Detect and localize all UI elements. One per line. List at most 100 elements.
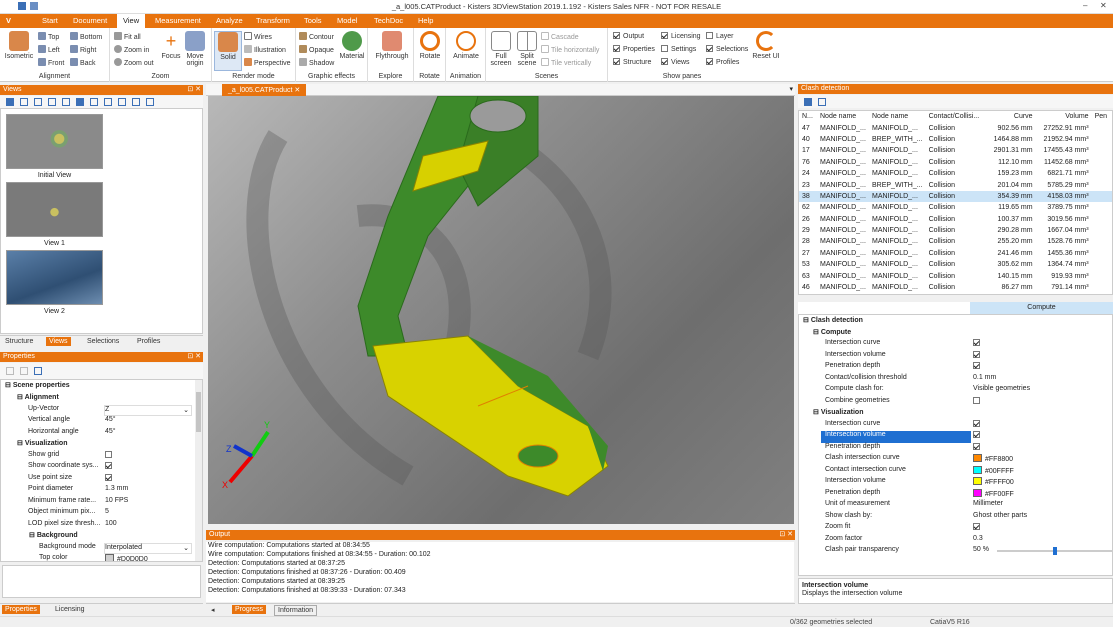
table-row[interactable]: 46 MANIFOLD_... MANIFOLD_... Collision 86.27… [799, 282, 1112, 293]
view-icon[interactable] [34, 98, 42, 106]
view-icon[interactable] [62, 98, 70, 106]
table-row[interactable]: 62 MANIFOLD_... MANIFOLD_... Collision 119.6… [799, 202, 1112, 213]
point-diameter-field[interactable]: 1.3 mm [105, 485, 128, 497]
layer-checkbox[interactable]: Layer [706, 32, 734, 40]
export-icon[interactable] [804, 98, 812, 106]
contact-curve-color[interactable]: #00FFFF [973, 465, 1014, 478]
solid-button[interactable]: Solid [214, 31, 242, 71]
wires-button[interactable]: Wires [244, 32, 272, 41]
tab-transform[interactable]: Transform [256, 16, 290, 25]
table-row[interactable]: 29 MANIFOLD_... MANIFOLD_... Collision 290.2… [799, 225, 1112, 236]
tab-view[interactable]: View [117, 14, 146, 28]
chevron-down-icon[interactable]: ▾ [789, 85, 793, 93]
tab-licensing[interactable]: Licensing [52, 605, 88, 614]
tile-horizontally-button[interactable]: Tile horizontally [541, 45, 599, 54]
show-grid-checkbox[interactable] [105, 450, 115, 463]
slider-thumb[interactable] [1053, 547, 1057, 555]
fit-all-button[interactable]: Fit all [114, 32, 141, 41]
column-header[interactable]: Contact/Collisi... [926, 111, 984, 122]
scrollbar[interactable] [195, 380, 202, 561]
table-row[interactable]: 76 MANIFOLD_... MANIFOLD_... Collision 112.1… [799, 157, 1112, 168]
full-screen-button[interactable]: Full screen [487, 31, 515, 67]
flythrough-button[interactable]: Flythrough [373, 31, 411, 60]
table-row[interactable]: 23 MANIFOLD_... BREP_WITH_... Collision 201.… [799, 179, 1112, 190]
pen-depth-color[interactable]: #FF00FF [973, 488, 1014, 501]
cascade-button[interactable]: Cascade [541, 32, 579, 41]
front-button[interactable]: Front [38, 58, 64, 67]
tab-document[interactable]: Document [73, 16, 107, 25]
zoom-factor-field[interactable]: 0.3 [973, 535, 983, 547]
scroll-left-icon[interactable]: ◂ [208, 605, 218, 615]
up-vector-select[interactable]: Z ⌄ [104, 404, 192, 416]
perspective-button[interactable]: Perspective [244, 58, 291, 67]
section-scene-properties[interactable]: ⊟ Scene properties [5, 381, 70, 393]
viz-pen-checkbox[interactable] [973, 442, 983, 455]
table-row[interactable]: 38 MANIFOLD_... MANIFOLD_... Collision 354.3… [799, 190, 1112, 203]
document-tab[interactable]: _a_l005.CATProduct ✕ [222, 84, 307, 96]
profiles-checkbox[interactable]: Profiles [706, 58, 739, 66]
filter-icon[interactable] [20, 367, 28, 375]
tab-tools[interactable]: Tools [304, 16, 322, 25]
material-button[interactable]: Material [336, 31, 368, 60]
tile-vertically-button[interactable]: Tile vertically [541, 58, 591, 67]
illustration-button[interactable]: Illustration [244, 45, 286, 54]
view-thumbnail-2[interactable] [6, 250, 103, 305]
reset-ui-button[interactable]: Reset UI [752, 31, 780, 60]
section-compute[interactable]: ⊟ Compute [813, 328, 851, 340]
view-thumbnail-1[interactable] [6, 182, 103, 237]
column-header[interactable]: Curve [984, 111, 1036, 122]
view-icon[interactable] [146, 98, 154, 106]
column-header[interactable]: N... [799, 111, 817, 122]
prop-label-selected[interactable]: Intersection volume [821, 431, 971, 443]
column-header[interactable]: Node name [817, 111, 869, 122]
section-alignment[interactable]: ⊟ Alignment [17, 393, 59, 405]
lod-field[interactable]: 100 [105, 520, 117, 532]
tab-properties[interactable]: Properties [2, 605, 40, 614]
table-row[interactable]: 24 MANIFOLD_... MANIFOLD_... Collision 159.2… [799, 168, 1112, 179]
close-icon[interactable]: ⊡ ✕ [187, 352, 201, 360]
intersection-curve-checkbox[interactable] [973, 339, 983, 351]
right-button[interactable]: Right [70, 45, 96, 54]
tab-selections[interactable]: Selections [84, 337, 122, 346]
selections-checkbox[interactable]: Selections [706, 45, 748, 53]
tab-model[interactable]: Model [337, 16, 357, 25]
move-origin-button[interactable]: Move origin [180, 31, 210, 67]
tab-analyze[interactable]: Analyze [216, 16, 243, 25]
table-row[interactable]: 27 MANIFOLD_... MANIFOLD_... Collision 241.4… [799, 248, 1112, 259]
pages-icon[interactable] [34, 367, 42, 375]
refresh-icon[interactable] [818, 98, 826, 106]
viz-curve-checkbox[interactable] [973, 419, 983, 432]
minimize-button[interactable]: – [1083, 1, 1087, 10]
properties-checkbox[interactable]: Properties [613, 45, 655, 53]
column-header[interactable]: Node name [869, 111, 926, 122]
table-row[interactable]: 28 MANIFOLD_... MANIFOLD_... Collision 255.2… [799, 236, 1112, 247]
clash-curve-color[interactable]: #FF8800 [973, 454, 1013, 466]
table-row[interactable]: 63 MANIFOLD_... MANIFOLD_... Collision 140.1… [799, 270, 1112, 281]
horizontal-angle-field[interactable]: 45° [105, 428, 116, 440]
table-row[interactable]: 40 MANIFOLD_... BREP_WITH_... Collision 1464… [799, 134, 1112, 145]
licensing-checkbox[interactable]: Licensing [661, 32, 701, 40]
add-view-icon[interactable] [6, 98, 14, 106]
section-visualization[interactable]: ⊟ Visualization [813, 408, 863, 420]
structure-checkbox[interactable]: Structure [613, 58, 651, 66]
rotate-button[interactable]: Rotate [414, 31, 446, 60]
table-row[interactable]: 17 MANIFOLD_... MANIFOLD_... Collision 2901.… [799, 145, 1112, 156]
zoom-out-button[interactable]: Zoom out [114, 58, 154, 67]
tab-start[interactable]: Start [42, 16, 58, 25]
tab-techdoc[interactable]: TechDoc [374, 16, 403, 25]
unit-select[interactable]: Millimeter [973, 500, 1003, 512]
view-icon[interactable] [132, 98, 140, 106]
view-icon[interactable] [90, 98, 98, 106]
zoom-fit-checkbox[interactable] [973, 523, 983, 535]
zoom-in-button[interactable]: Zoom in [114, 45, 149, 54]
shadow-button[interactable]: Shadow [299, 58, 334, 67]
bottom-button[interactable]: Bottom [70, 32, 102, 41]
animate-button[interactable]: Animate [448, 31, 484, 60]
settings-checkbox[interactable]: Settings [661, 45, 696, 53]
section-visualization[interactable]: ⊟ Visualization [17, 439, 67, 451]
use-point-size-checkbox[interactable] [105, 473, 115, 486]
compute-for-select[interactable]: Visible geometries [973, 385, 1030, 397]
tab-help[interactable]: Help [418, 16, 433, 25]
close-icon[interactable]: ⊡ ✕ [187, 85, 201, 93]
back-button[interactable]: Back [70, 58, 96, 67]
